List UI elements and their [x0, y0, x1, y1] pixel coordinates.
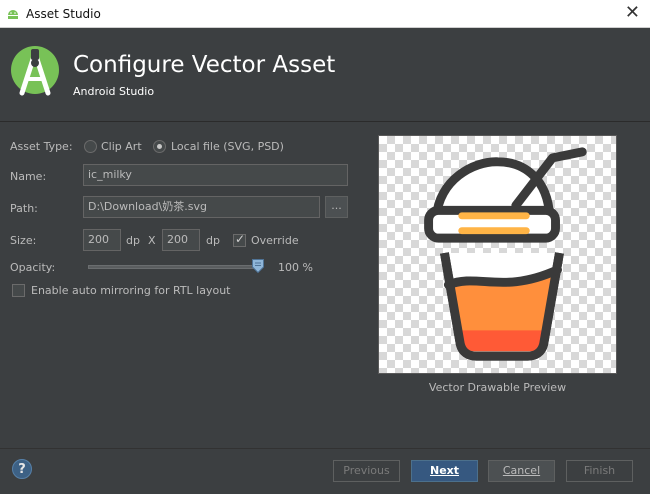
override-checkbox[interactable]	[233, 232, 246, 247]
next-button[interactable]: Next	[411, 460, 478, 482]
rtl-mirroring-label[interactable]: Enable auto mirroring for RTL layout	[31, 284, 231, 297]
clip-art-radio-label[interactable]: Clip Art	[101, 140, 142, 153]
vector-preview	[378, 135, 617, 374]
override-label[interactable]: Override	[251, 234, 299, 247]
slider-thumb-icon[interactable]	[252, 259, 264, 273]
asset-type-label: Asset Type:	[10, 140, 73, 153]
size-separator: X	[148, 234, 156, 247]
height-unit: dp	[206, 234, 220, 247]
milk-tea-cup-icon	[424, 147, 587, 361]
next-button-label: Next	[429, 464, 460, 477]
browse-button[interactable]: ...	[325, 196, 348, 218]
finish-button[interactable]: Finish	[566, 460, 633, 482]
local-file-radio[interactable]	[153, 140, 166, 153]
path-field[interactable]: D:\Download\奶茶.svg	[83, 196, 320, 218]
cancel-button[interactable]: Cancel	[488, 460, 555, 482]
help-icon[interactable]: ?	[12, 459, 32, 479]
close-icon[interactable]: ✕	[625, 3, 640, 23]
name-label: Name:	[10, 170, 47, 183]
cancel-button-label: Cancel	[502, 464, 541, 477]
preview-caption: Vector Drawable Preview	[428, 381, 567, 394]
window-title: Asset Studio	[26, 7, 101, 21]
width-unit: dp	[126, 234, 140, 247]
footer-divider	[0, 448, 650, 449]
width-field[interactable]: 200	[83, 229, 121, 251]
opacity-slider[interactable]	[88, 265, 260, 269]
android-studio-logo	[11, 46, 59, 96]
rtl-mirroring-checkbox[interactable]	[12, 284, 25, 297]
page-subtitle: Android Studio	[73, 85, 155, 98]
page-title: Configure Vector Asset	[73, 52, 336, 78]
local-file-radio-label[interactable]: Local file (SVG, PSD)	[171, 140, 284, 153]
clip-art-radio[interactable]	[84, 140, 97, 153]
wizard-header: Configure Vector Asset Android Studio	[0, 28, 650, 122]
window-titlebar: Asset Studio ✕	[0, 0, 650, 28]
size-label: Size:	[10, 234, 37, 247]
opacity-value: 100 %	[278, 261, 313, 274]
opacity-label: Opacity:	[10, 261, 56, 274]
height-field[interactable]: 200	[162, 229, 200, 251]
path-label: Path:	[10, 202, 38, 215]
android-icon	[8, 10, 18, 19]
previous-button[interactable]: Previous	[333, 460, 400, 482]
name-field[interactable]: ic_milky	[83, 164, 348, 186]
